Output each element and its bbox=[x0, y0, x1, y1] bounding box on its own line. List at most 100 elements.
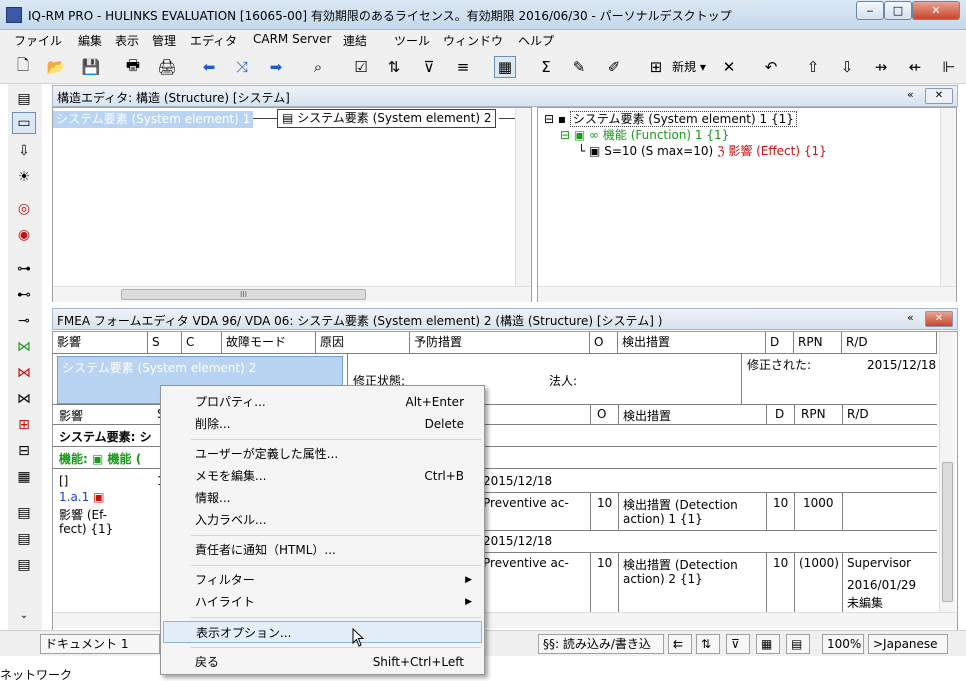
menu-view[interactable]: 表示 bbox=[115, 32, 139, 49]
menu-item-user-attributes[interactable]: ユーザーが定義した属性... bbox=[163, 443, 482, 465]
close-pane-icon[interactable]: ✕ bbox=[925, 88, 953, 104]
failure-net-icon[interactable]: ⋈ bbox=[12, 362, 36, 384]
col-header-rd[interactable]: R/D bbox=[842, 332, 937, 354]
col-header-rpn[interactable]: RPN bbox=[794, 332, 842, 354]
tree-icon[interactable]: ⊟ bbox=[12, 440, 36, 462]
formula-icon[interactable]: Σ bbox=[535, 56, 557, 78]
checklist-icon[interactable]: ☑ bbox=[350, 56, 372, 78]
target-sub-icon[interactable]: ◉ bbox=[12, 224, 36, 246]
minimize-button[interactable]: ‒ bbox=[856, 1, 884, 20]
find-binoculars-icon[interactable]: ⌕ bbox=[307, 56, 329, 78]
row2-d[interactable]: 10 bbox=[773, 556, 788, 570]
structure-view-icon[interactable]: ▭ bbox=[12, 112, 36, 134]
new-document-icon[interactable]: 🗋 bbox=[12, 56, 34, 78]
form-ic-icon[interactable]: ▤ bbox=[12, 502, 36, 524]
col-header-s[interactable]: S bbox=[148, 332, 182, 354]
node-system-element-2[interactable]: ▤ システム要素 (System element) 2 bbox=[277, 109, 497, 128]
grid-view-icon[interactable]: ▦ bbox=[494, 56, 516, 78]
zoom-level[interactable]: 100% bbox=[822, 634, 864, 654]
new-item-icon[interactable]: ⊞ bbox=[645, 56, 667, 78]
target-icon[interactable]: ◎ bbox=[12, 198, 36, 220]
table-icon[interactable]: ▦ bbox=[12, 466, 36, 488]
row2-responsible[interactable]: Supervisor bbox=[847, 556, 911, 570]
effect-id[interactable]: 1.a.1 ▣ bbox=[59, 490, 104, 504]
form-ct-icon[interactable]: ▤ bbox=[12, 528, 36, 550]
hierarchy-add-icon[interactable]: ⊸ bbox=[12, 310, 36, 332]
menu-editor[interactable]: エディタ bbox=[190, 32, 237, 49]
arrow-left-icon[interactable]: ⬅ bbox=[198, 56, 220, 78]
tree-root[interactable]: ⊟ ▪ システム要素 (System element) 1 {1} bbox=[544, 110, 797, 127]
scroll-thumb[interactable] bbox=[942, 462, 953, 602]
menu-tools[interactable]: ツール bbox=[394, 32, 430, 49]
print-preview-icon[interactable]: 🖶 bbox=[122, 56, 144, 78]
delete-x-icon[interactable]: ✕ bbox=[718, 56, 740, 78]
navigate-icon[interactable]: ⤨ bbox=[231, 56, 253, 78]
arrow-right-icon[interactable]: ➡ bbox=[265, 56, 287, 78]
menu-item-display-options[interactable]: 表示オプション... bbox=[163, 621, 482, 643]
hierarchy-icon[interactable]: ⊶ bbox=[12, 258, 36, 280]
menu-item-edit-note[interactable]: メモを編集... Ctrl+B bbox=[163, 465, 482, 487]
function-row[interactable]: 機能: ▣ 機能 ( bbox=[59, 450, 141, 467]
row1-detection[interactable]: 検出措置 (Detection bbox=[623, 496, 738, 513]
save-icon[interactable]: 💾 bbox=[80, 56, 102, 78]
status-table-icon[interactable]: ▤ bbox=[786, 634, 810, 654]
col-header-prevention[interactable]: 予防措置 bbox=[410, 332, 590, 354]
close-window-button[interactable]: ✕ bbox=[912, 1, 960, 20]
new-button[interactable]: 新規 ▾ bbox=[672, 58, 706, 75]
layout-icon[interactable]: ▤ bbox=[12, 88, 36, 110]
row2-prevention[interactable]: Preventive ac- bbox=[483, 556, 569, 570]
status-icon-1[interactable]: ⇇ bbox=[668, 634, 692, 654]
status-sort-icon[interactable]: ⇅ bbox=[696, 634, 720, 654]
form-pf-icon[interactable]: ▤ bbox=[12, 554, 36, 576]
indent-icon[interactable]: ⇸ bbox=[870, 56, 892, 78]
row1-d[interactable]: 10 bbox=[773, 496, 788, 510]
print-icon[interactable]: 🖨 bbox=[156, 56, 178, 78]
col-header-cause[interactable]: 原因 bbox=[316, 332, 410, 354]
node-system-element-1[interactable]: システム要素 (System element) 1 bbox=[53, 111, 254, 128]
scroll-thumb[interactable]: III bbox=[121, 289, 366, 300]
menu-item-delete[interactable]: 削除... Delete bbox=[163, 413, 482, 435]
menu-window[interactable]: ウィンドウ bbox=[443, 32, 503, 49]
collapse-icon[interactable]: « bbox=[907, 88, 914, 101]
status-grid-icon[interactable]: ▦ bbox=[756, 634, 780, 654]
outdent-icon[interactable]: ⇷ bbox=[904, 56, 926, 78]
menu-item-info[interactable]: 情報... bbox=[163, 487, 482, 509]
menu-manage[interactable]: 管理 bbox=[152, 32, 176, 49]
row1-o[interactable]: 10 bbox=[597, 496, 612, 510]
menu-help[interactable]: ヘルプ bbox=[518, 32, 554, 49]
sort-az-icon[interactable]: ⇅ bbox=[383, 56, 405, 78]
menu-item-input-label[interactable]: 入力ラベル... bbox=[163, 509, 482, 531]
move-down-icon[interactable]: ⇩ bbox=[836, 56, 858, 78]
col-header-effect[interactable]: 影響 bbox=[53, 332, 148, 354]
function-net-icon[interactable]: ⋈ bbox=[12, 336, 36, 358]
col-header-failure-mode[interactable]: 故障モード bbox=[222, 332, 316, 354]
tree-effect[interactable]: └ ▣ S=10 (S max=10) ℨ 影響 (Effect) {1} bbox=[578, 142, 827, 159]
tree-expand-icon[interactable]: ⊩ bbox=[938, 56, 960, 78]
risk-net-icon[interactable]: ⊞ bbox=[12, 414, 36, 436]
menu-file[interactable]: ファイル bbox=[14, 32, 62, 49]
app-icon[interactable] bbox=[6, 7, 22, 23]
status-filter-icon[interactable]: ⊽ bbox=[726, 634, 750, 654]
col-header-c[interactable]: C bbox=[182, 332, 222, 354]
horizontal-scrollbar[interactable] bbox=[538, 286, 956, 302]
menu-carm-server[interactable]: CARM Server bbox=[253, 32, 331, 46]
filter-icon[interactable]: ⊽ bbox=[418, 56, 440, 78]
row1-prevention[interactable]: Preventive ac- bbox=[483, 496, 569, 510]
collapse-icon[interactable]: « bbox=[907, 311, 914, 324]
maximize-button[interactable]: □ bbox=[884, 1, 912, 20]
hierarchy-list-icon[interactable]: ⊷ bbox=[12, 284, 36, 306]
menu-item-properties[interactable]: プロパティ... Alt+Enter bbox=[163, 391, 482, 413]
sidebar-scroll-down-icon[interactable]: ⌄ bbox=[12, 604, 36, 626]
close-pane-icon[interactable]: ✕ bbox=[925, 311, 953, 327]
col-header-d[interactable]: D bbox=[766, 332, 794, 354]
move-up-icon[interactable]: ⇧ bbox=[802, 56, 824, 78]
note-edit-icon[interactable]: ✐ bbox=[603, 56, 625, 78]
language-indicator[interactable]: >Japanese bbox=[868, 634, 948, 654]
tree-function[interactable]: ⊟ ▣ ∞ 機能 (Function) 1 {1} bbox=[560, 126, 729, 143]
row2-detection[interactable]: 検出措置 (Detection bbox=[623, 556, 738, 573]
menu-item-back[interactable]: 戻る Shift+Ctrl+Left bbox=[163, 651, 482, 673]
system-element-row[interactable]: システム要素: シ bbox=[59, 428, 152, 445]
col-header-o[interactable]: O bbox=[590, 332, 618, 354]
undo-icon[interactable]: ↶ bbox=[760, 56, 782, 78]
menu-link[interactable]: 連結 bbox=[343, 32, 367, 49]
